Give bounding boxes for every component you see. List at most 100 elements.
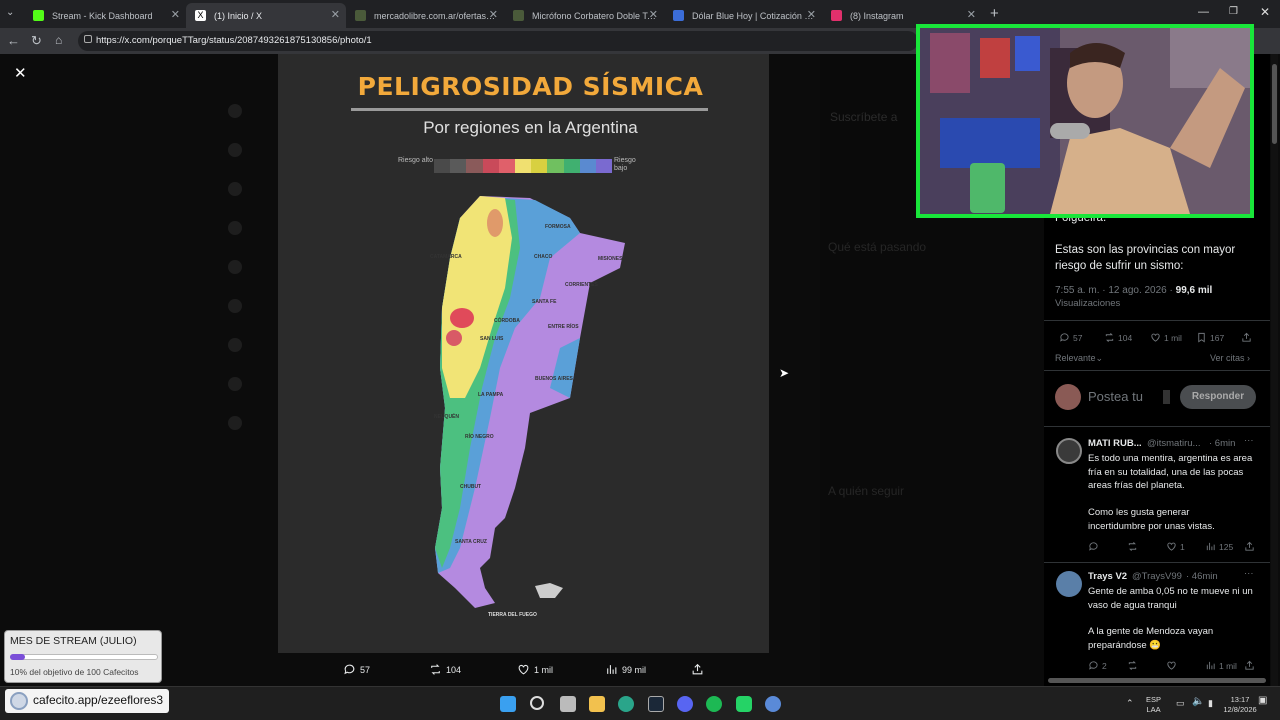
tab-kick-dashboard[interactable]: Stream - Kick Dashboard ✕ [24, 3, 186, 28]
volume-icon[interactable]: 🔈 [1192, 697, 1204, 707]
task-view-icon[interactable] [560, 696, 576, 712]
search-icon[interactable] [530, 696, 544, 710]
battery-icon[interactable]: ▮ [1208, 698, 1213, 708]
x-favicon: X [195, 10, 206, 21]
home-icon[interactable]: ⌂ [55, 33, 62, 47]
media-share-button[interactable] [691, 663, 704, 676]
share-icon [692, 663, 703, 675]
tab-mercadolibre[interactable]: mercadolibre.com.ar/ofertas?cont ✕ [346, 3, 504, 28]
reply-body: Es todo una mentira, argentina es area f… [1088, 453, 1253, 491]
heart-icon [1167, 661, 1176, 670]
reply-like-button[interactable]: 1 [1166, 541, 1185, 552]
tab-x-inicio[interactable]: X (1) Inicio / X ✕ [186, 3, 346, 28]
post-share-button[interactable] [1241, 332, 1252, 343]
close-window-icon[interactable]: ✕ [1260, 5, 1270, 19]
reload-icon[interactable]: ↻ [31, 33, 42, 49]
url-input[interactable]: https://x.com/porqueTTarg/status/2087493… [78, 31, 918, 51]
edge-icon[interactable] [618, 696, 634, 712]
minimize-icon[interactable]: — [1198, 6, 1209, 18]
svg-text:NEUQUÉN: NEUQUÉN [434, 412, 459, 420]
reply-author-name[interactable]: MATI RUB... [1088, 438, 1142, 449]
reply-views-button[interactable]: 1 mil [1205, 660, 1237, 671]
steam-icon[interactable] [648, 696, 664, 712]
svg-text:CÓRDOBA: CÓRDOBA [494, 316, 520, 324]
browser-icon[interactable] [765, 696, 781, 712]
post-bookmark-button[interactable]: 167 [1196, 332, 1224, 343]
risk-legend-bar [434, 159, 613, 173]
reply-share-button[interactable] [1244, 541, 1255, 552]
back-icon[interactable]: ← [7, 33, 20, 48]
more-icon[interactable]: ··· [1244, 435, 1254, 446]
spotify-icon[interactable] [706, 696, 722, 712]
repost-icon [431, 664, 440, 675]
share-icon [1242, 332, 1251, 342]
reply-views-button[interactable]: 125 [1205, 541, 1233, 552]
svg-text:MISIONES: MISIONES [598, 256, 623, 262]
close-tab-icon[interactable]: ✕ [649, 8, 658, 21]
post-like-button[interactable]: 1 mil [1150, 332, 1182, 343]
site-info-icon[interactable] [84, 35, 92, 43]
notification-icon[interactable]: ▣ [1258, 696, 1267, 706]
legend-swatch [531, 159, 548, 173]
language-indicator[interactable]: ESP LAA [1146, 695, 1161, 715]
tab-search-icon[interactable]: ⌄ [6, 7, 14, 18]
media-reply-button[interactable]: 57 [343, 663, 370, 676]
avatar[interactable] [1056, 571, 1082, 597]
view-quotes-link[interactable]: Ver citas › [1210, 353, 1250, 363]
map-malvinas [535, 583, 563, 598]
whatsapp-icon[interactable] [736, 696, 752, 712]
reply-author-name[interactable]: Trays V2 [1088, 571, 1127, 582]
legend-swatch [563, 159, 580, 173]
close-tab-icon[interactable]: ✕ [171, 8, 180, 21]
reply-button[interactable]: Responder [1180, 385, 1256, 409]
reply-handle[interactable]: @itsmatiru... [1147, 438, 1200, 449]
scrollbar-thumb[interactable] [1272, 64, 1277, 144]
post-body: Estas son las provincias con mayor riesg… [1055, 244, 1236, 272]
webcam-feed-image [920, 28, 1250, 214]
reply-reply-button[interactable] [1088, 541, 1099, 552]
maximize-icon[interactable]: ❐ [1229, 6, 1238, 17]
new-tab-icon[interactable]: + [990, 5, 999, 22]
post-reply-button[interactable]: 57 [1059, 332, 1082, 343]
media-repost-button[interactable]: 104 [429, 663, 461, 676]
sort-replies-dropdown[interactable]: Relevante⌄ [1055, 353, 1103, 364]
media-like-button[interactable]: 1 mil [517, 663, 553, 676]
repost-icon [1105, 333, 1114, 342]
scrollbar[interactable] [1271, 54, 1278, 686]
svg-text:CORRIENTES: CORRIENTES [565, 282, 598, 288]
discord-icon[interactable] [677, 696, 693, 712]
h-scrollbar[interactable] [1048, 678, 1266, 683]
post-repost-button[interactable]: 104 [1104, 332, 1132, 343]
tab-microfono[interactable]: Micrófono Corbatero Doble Tema ✕ [504, 3, 664, 28]
close-tab-icon[interactable]: ✕ [807, 8, 816, 21]
avatar[interactable] [1056, 438, 1082, 464]
more-icon[interactable]: ··· [1244, 568, 1254, 579]
start-icon[interactable] [500, 696, 516, 712]
reply-compose-input[interactable]: Postea tu [1088, 389, 1143, 404]
reply-like-button[interactable] [1166, 660, 1177, 671]
map-region-orange [487, 209, 503, 237]
reply-body: A la gente de Mendoza vayan preparándose… [1088, 626, 1214, 651]
reply-repost-button[interactable] [1127, 660, 1138, 671]
svg-text:SAN LUIS: SAN LUIS [480, 336, 504, 342]
clock[interactable]: 13:17 12/8/2026 [1223, 695, 1257, 715]
close-tab-icon[interactable]: ✕ [967, 8, 976, 21]
my-avatar[interactable] [1055, 384, 1081, 410]
svg-text:LA PAMPA: LA PAMPA [478, 392, 504, 398]
reply-reply-button[interactable]: 2 [1088, 660, 1107, 671]
reply-repost-button[interactable] [1127, 541, 1138, 552]
reply-share-button[interactable] [1244, 660, 1255, 671]
close-media-icon[interactable]: ✕ [14, 64, 27, 82]
close-tab-icon[interactable]: ✕ [331, 8, 340, 21]
bookmark-icon [1198, 332, 1205, 343]
legend-swatch [514, 159, 532, 173]
tray-overflow-icon[interactable]: ⌃ [1126, 698, 1134, 708]
file-explorer-icon[interactable] [589, 696, 605, 712]
legend-swatch [547, 159, 564, 173]
reply-handle[interactable]: @TraysV99 [1132, 571, 1182, 582]
media-views-button[interactable]: 99 mil [605, 663, 646, 676]
tab-dolar-blue[interactable]: Dólar Blue Hoy | Cotización Dólar ✕ [664, 3, 822, 28]
views-icon [1206, 661, 1215, 670]
network-icon[interactable]: ▭ [1176, 698, 1185, 708]
close-tab-icon[interactable]: ✕ [489, 8, 498, 21]
